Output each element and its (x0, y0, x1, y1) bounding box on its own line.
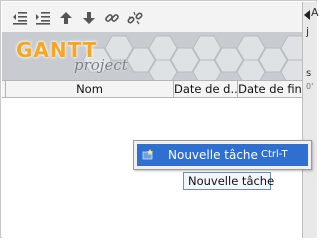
menu-item-shortcut: Ctrl-T (261, 149, 288, 160)
right-edge-text: A (311, 6, 319, 19)
column-header-name[interactable]: Nom (6, 81, 174, 97)
right-edge-text: j (306, 25, 310, 38)
right-edge-text: 0' (306, 82, 314, 91)
link-icon[interactable] (103, 9, 121, 27)
context-menu: Nouvelle tâche Ctrl-T (133, 140, 312, 170)
indent-icon[interactable] (34, 9, 52, 27)
unlink-icon[interactable] (126, 9, 144, 27)
unindent-icon[interactable] (11, 9, 29, 27)
ganttproject-logo: GANTT project (16, 38, 128, 78)
gantt-project-banner: GANTT project (2, 32, 302, 80)
tooltip: Nouvelle tâche (183, 172, 274, 190)
right-panel-edge: A j s 0' (302, 2, 319, 238)
new-task-icon (142, 149, 153, 160)
column-header-start-date[interactable]: Date de d... (174, 81, 238, 97)
menu-item-label: Nouvelle tâche (168, 148, 258, 162)
gantt-app-window: GANTT project Nom Date de d... Date de f… (0, 0, 319, 238)
arrow-up-icon[interactable] (57, 9, 75, 27)
menu-item-new-task[interactable]: Nouvelle tâche Ctrl-T (137, 144, 308, 166)
collapse-arrow-icon[interactable] (304, 10, 310, 20)
task-table-header: Nom Date de d... Date de fin (2, 80, 302, 98)
logo-project-text: project (74, 56, 128, 74)
column-header-end-date[interactable]: Date de fin (238, 81, 302, 97)
right-edge-text: s (306, 68, 312, 79)
arrow-down-icon[interactable] (80, 9, 98, 27)
toolbar (2, 2, 302, 32)
